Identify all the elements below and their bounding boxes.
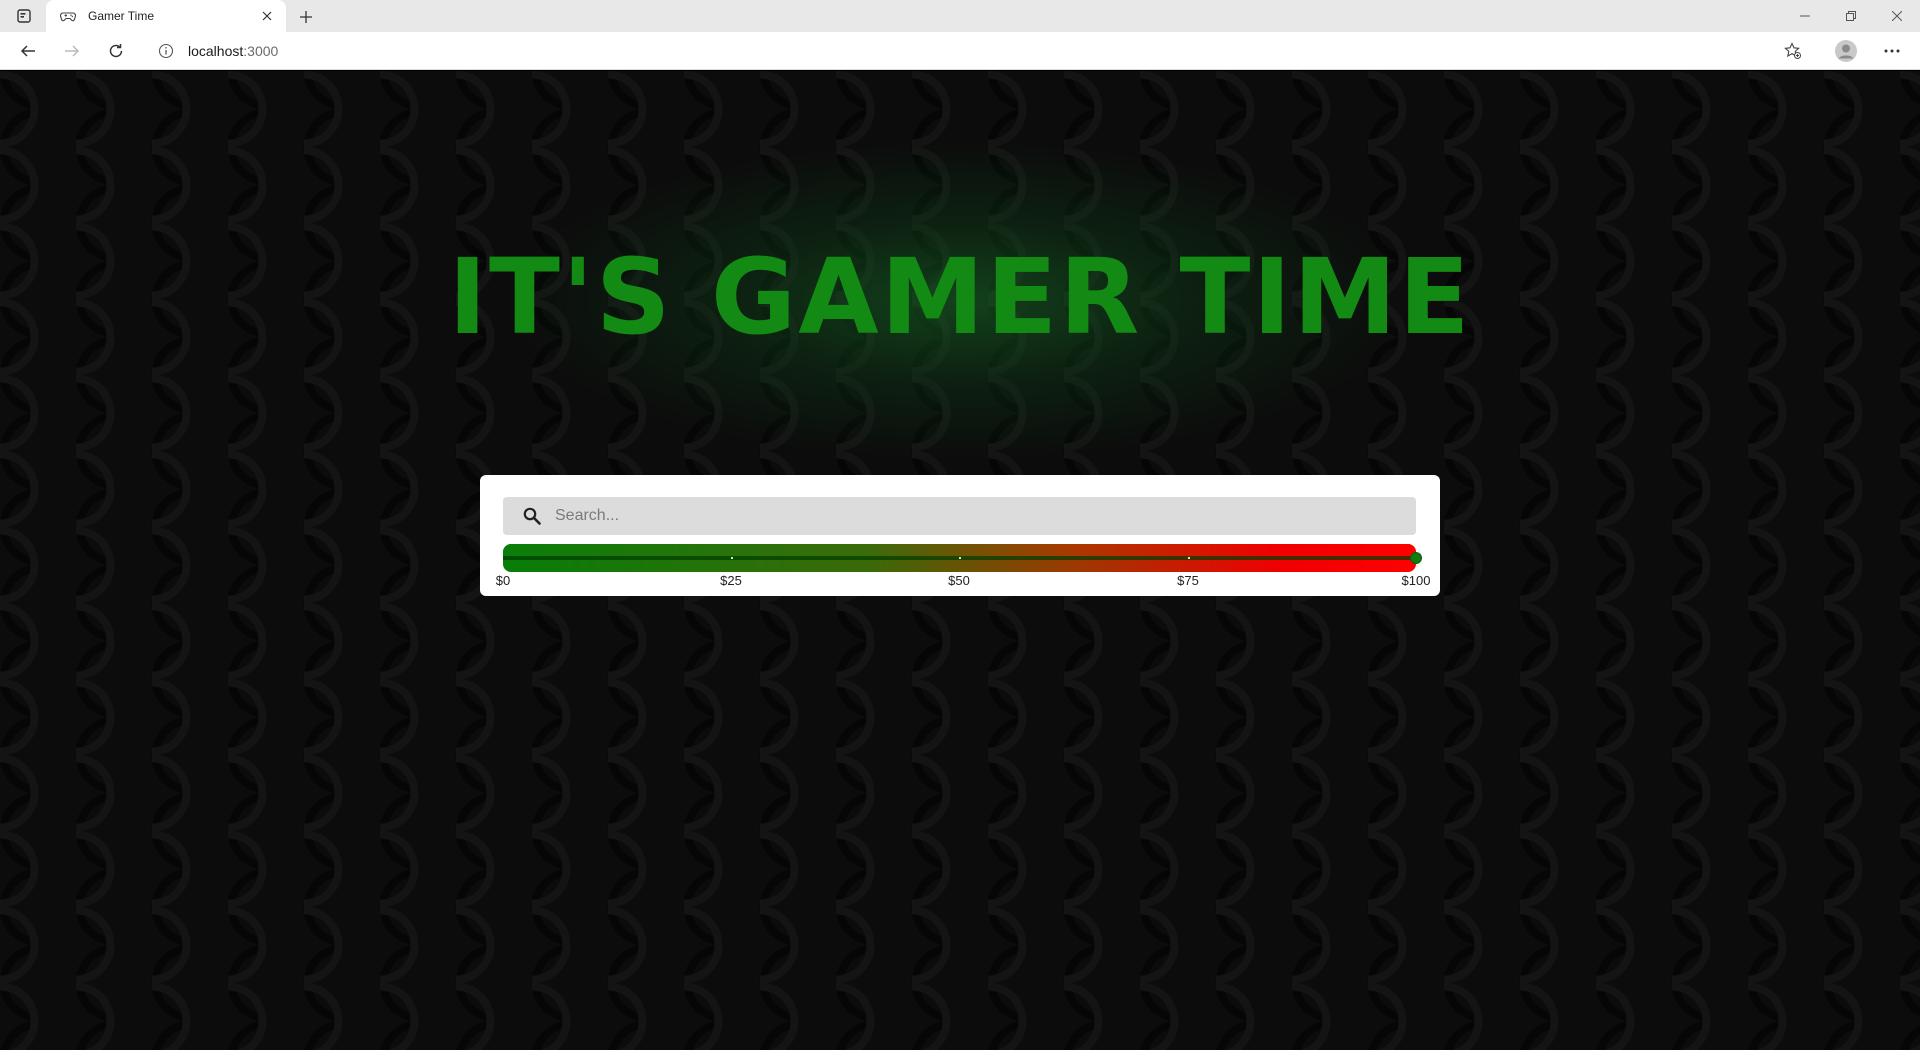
url-text: localhost:3000 xyxy=(188,43,278,59)
gamepad-icon xyxy=(60,8,76,24)
slider-tick-50 xyxy=(959,557,961,559)
slider-label-0: $0 xyxy=(495,573,511,588)
address-bar[interactable]: localhost:3000 xyxy=(146,36,1786,66)
more-icon[interactable] xyxy=(1878,37,1906,65)
info-icon[interactable] xyxy=(158,43,174,59)
browser-tab-bar: Gamer Time xyxy=(0,0,1920,32)
slider-tick-25 xyxy=(731,557,733,559)
profile-icon[interactable] xyxy=(1832,37,1860,65)
slider-label-25: $25 xyxy=(720,573,742,588)
browser-toolbar: localhost:3000 xyxy=(0,32,1920,70)
slider-rail xyxy=(503,544,1416,556)
url-host: localhost xyxy=(188,43,244,59)
tab-title: Gamer Time xyxy=(88,9,155,23)
plus-icon[interactable] xyxy=(294,5,318,29)
browser-tab[interactable]: Gamer Time xyxy=(46,0,286,32)
window-controls xyxy=(1782,0,1920,32)
slider-thumb[interactable] xyxy=(1410,552,1422,564)
favorites-icon[interactable] xyxy=(1782,40,1804,62)
minimize-icon[interactable] xyxy=(1782,0,1828,32)
close-window-icon[interactable] xyxy=(1874,0,1920,32)
refresh-icon[interactable] xyxy=(102,37,130,65)
page-headline: IT'S GAMER TIME xyxy=(448,236,1472,358)
search-icon xyxy=(521,505,543,527)
slider-tick-75 xyxy=(1188,557,1190,559)
forward-arrow-icon[interactable] xyxy=(58,37,86,65)
tab-actions-icon[interactable] xyxy=(10,7,38,25)
restore-icon[interactable] xyxy=(1828,0,1874,32)
search-panel: $0 $25 $50 $75 $100 xyxy=(480,475,1440,596)
page-content: IT'S GAMER TIME $0 $25 $50 $75 $100 xyxy=(0,71,1920,1050)
back-arrow-icon[interactable] xyxy=(14,37,42,65)
search-box[interactable] xyxy=(503,497,1416,535)
slider-label-100: $100 xyxy=(1401,573,1431,588)
search-input[interactable] xyxy=(555,497,1416,535)
close-icon[interactable] xyxy=(256,5,278,27)
slider-label-50: $50 xyxy=(948,573,970,588)
slider-label-75: $75 xyxy=(1177,573,1199,588)
url-port: :3000 xyxy=(243,43,279,59)
price-range-slider[interactable] xyxy=(503,544,1422,572)
slider-labels: $0 $25 $50 $75 $100 xyxy=(480,573,1440,589)
